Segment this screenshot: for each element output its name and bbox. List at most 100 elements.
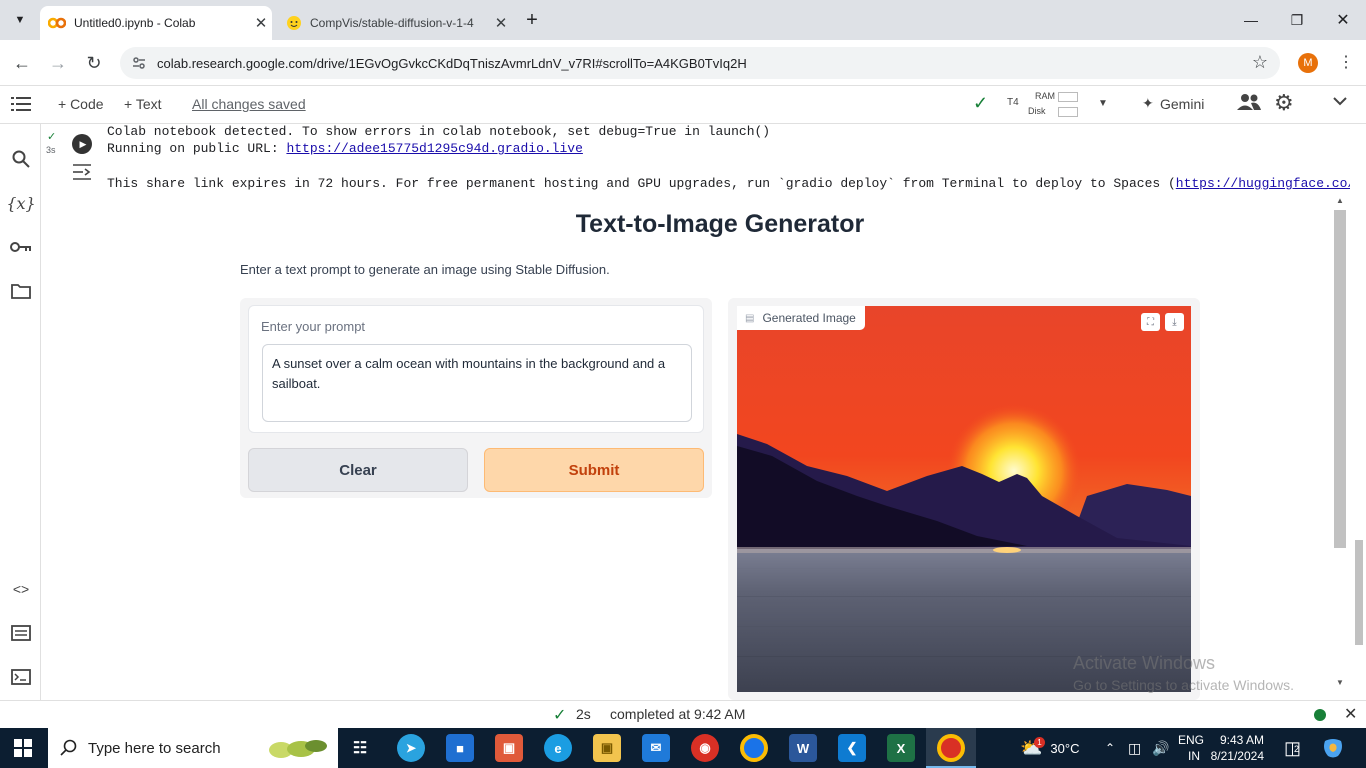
- telegram-icon[interactable]: ➤: [397, 734, 425, 762]
- forward-button[interactable]: →: [43, 48, 73, 78]
- close-tab-icon[interactable]: ✕: [250, 14, 272, 32]
- connection-status-dot[interactable]: [1314, 709, 1326, 721]
- cell-success-check-icon: ✓: [47, 131, 57, 143]
- huggingface-icon: [286, 15, 302, 31]
- new-tab-button[interactable]: +: [520, 8, 544, 32]
- store-icon[interactable]: ■: [446, 734, 474, 762]
- activate-windows-title: Activate Windows: [1073, 653, 1216, 673]
- browser-menu-icon[interactable]: ⋮: [1338, 52, 1354, 72]
- runtime-type[interactable]: T4: [1007, 97, 1019, 108]
- tab-title: CompVis/stable-diffusion-v-1-4: [310, 16, 474, 30]
- variables-icon[interactable]: {x}: [6, 190, 35, 216]
- office-app-icon[interactable]: ▣: [495, 734, 523, 762]
- run-cell-button[interactable]: ▶: [72, 134, 92, 154]
- tab-colab[interactable]: Untitled0.ipynb - Colab ✕: [40, 6, 272, 40]
- ram-gauge: [1058, 92, 1078, 102]
- edge-icon[interactable]: e: [544, 734, 572, 762]
- close-window-button[interactable]: ✕: [1320, 6, 1366, 34]
- copilot-icon[interactable]: [1322, 728, 1344, 768]
- close-status-icon[interactable]: ✕: [1344, 704, 1357, 724]
- bookmark-star-icon[interactable]: ☆: [1252, 52, 1268, 73]
- status-duration[interactable]: 2s: [576, 706, 591, 722]
- weather-widget[interactable]: ⛅ 1 30°C: [1020, 728, 1079, 768]
- save-status[interactable]: All changes saved: [192, 96, 306, 112]
- reload-icon: ↻: [86, 52, 102, 73]
- menu-icon[interactable]: [11, 96, 31, 112]
- windows-taskbar: Type here to search ☷ ➤ ■ ▣ e ▣ ✉ ◉ W ❮ …: [0, 728, 1366, 768]
- restore-button[interactable]: ❐: [1274, 6, 1320, 34]
- command-palette-icon[interactable]: [8, 620, 34, 646]
- folder-icon[interactable]: [8, 278, 34, 304]
- clock[interactable]: 9:43 AM 8/21/2024: [1210, 728, 1264, 768]
- image-label-text: Generated Image: [762, 311, 856, 325]
- start-button[interactable]: [14, 739, 32, 757]
- chrome-active-tab[interactable]: [926, 728, 976, 768]
- region: IN: [1188, 749, 1200, 763]
- vscode-icon[interactable]: ❮: [838, 734, 866, 762]
- code-snippets-icon[interactable]: <>: [8, 576, 34, 602]
- site-info-icon[interactable]: [131, 55, 147, 71]
- scrollbar-thumb[interactable]: [1334, 210, 1346, 548]
- show-hidden-icons[interactable]: ⌃: [1105, 728, 1115, 768]
- output-text: This share link expires in 72 hours. For…: [107, 176, 1176, 191]
- settings-gear-icon[interactable]: ⚙: [1274, 90, 1294, 116]
- close-tab-icon[interactable]: ✕: [490, 14, 512, 32]
- prompt-label: Enter your prompt: [261, 319, 366, 334]
- generated-image: [737, 306, 1191, 692]
- task-view-icon[interactable]: ☷: [346, 734, 374, 762]
- tab-title: Untitled0.ipynb - Colab: [74, 16, 196, 30]
- excel-icon[interactable]: X: [887, 734, 915, 762]
- search-icon[interactable]: [8, 146, 34, 172]
- tab-huggingface[interactable]: CompVis/stable-diffusion-v-1-4 ✕: [276, 6, 512, 40]
- notifications-button[interactable]: ◫ 2: [1284, 728, 1301, 768]
- time: 9:43 AM: [1219, 733, 1264, 747]
- clear-button[interactable]: Clear: [248, 448, 468, 492]
- gemini-icon: ✦: [1142, 95, 1154, 111]
- mail-icon[interactable]: ✉: [642, 734, 670, 762]
- word-icon[interactable]: W: [789, 734, 817, 762]
- scroll-down-arrow-icon[interactable]: ▼: [1336, 678, 1344, 687]
- clear-output-icon[interactable]: [72, 163, 92, 181]
- date: 8/21/2024: [1210, 749, 1264, 763]
- resources-indicator[interactable]: RAM Disk: [1028, 90, 1082, 120]
- add-text-button[interactable]: + Text: [124, 96, 162, 112]
- submit-button[interactable]: Submit: [484, 448, 704, 492]
- image-icon: ▤: [745, 312, 755, 324]
- gemini-button[interactable]: Gemini: [1160, 96, 1204, 112]
- volume-icon[interactable]: 🔊: [1152, 728, 1169, 768]
- scroll-up-arrow-icon[interactable]: ▲: [1336, 196, 1344, 205]
- address-bar[interactable]: colab.research.google.com/drive/1EGvOgGv…: [120, 47, 1280, 79]
- spaces-link[interactable]: https://huggingface.co/sp: [1176, 176, 1350, 191]
- page-scrollbar-thumb[interactable]: [1355, 540, 1363, 645]
- output-line: This share link expires in 72 hours. For…: [107, 176, 1350, 191]
- fullscreen-icon[interactable]: ⛶: [1141, 313, 1160, 331]
- prompt-block: Enter your prompt A sunset over a calm o…: [248, 305, 704, 433]
- add-code-button[interactable]: + Code: [58, 96, 104, 112]
- status-check-icon: ✓: [553, 707, 567, 724]
- notification-count: 2: [1294, 744, 1300, 754]
- download-icon[interactable]: ⤓: [1165, 313, 1184, 331]
- profile-avatar[interactable]: M: [1298, 53, 1318, 73]
- tab-search-button[interactable]: ▼: [8, 8, 32, 32]
- back-button[interactable]: ←: [7, 48, 37, 78]
- chrome-icon[interactable]: [740, 734, 768, 762]
- taskbar-search-box[interactable]: Type here to search: [48, 728, 338, 768]
- file-explorer-icon[interactable]: ▣: [593, 734, 621, 762]
- weather-badge: 1: [1034, 737, 1045, 748]
- terminal-icon[interactable]: [8, 664, 34, 690]
- reload-button[interactable]: ↻: [79, 48, 109, 78]
- prompt-textarea[interactable]: A sunset over a calm ocean with mountain…: [262, 344, 692, 422]
- public-url-link[interactable]: https://adee15775d1295c94d.gradio.live: [286, 141, 582, 156]
- chrome-icon: [937, 734, 965, 762]
- collapse-chevron-icon[interactable]: [1333, 94, 1347, 108]
- minimize-button[interactable]: —: [1228, 6, 1274, 34]
- secrets-key-icon[interactable]: [8, 234, 34, 260]
- share-people-icon[interactable]: [1237, 92, 1261, 112]
- search-highlight-image: [266, 736, 328, 760]
- status-message[interactable]: completed at 9:42 AM: [610, 706, 745, 722]
- device-icon[interactable]: ◫: [1128, 728, 1141, 768]
- disk-label: Disk: [1028, 106, 1046, 116]
- chrome-profile-icon[interactable]: ◉: [691, 734, 719, 762]
- runtime-dropdown-icon[interactable]: ▼: [1098, 98, 1108, 109]
- language-indicator[interactable]: ENG IN: [1178, 728, 1204, 768]
